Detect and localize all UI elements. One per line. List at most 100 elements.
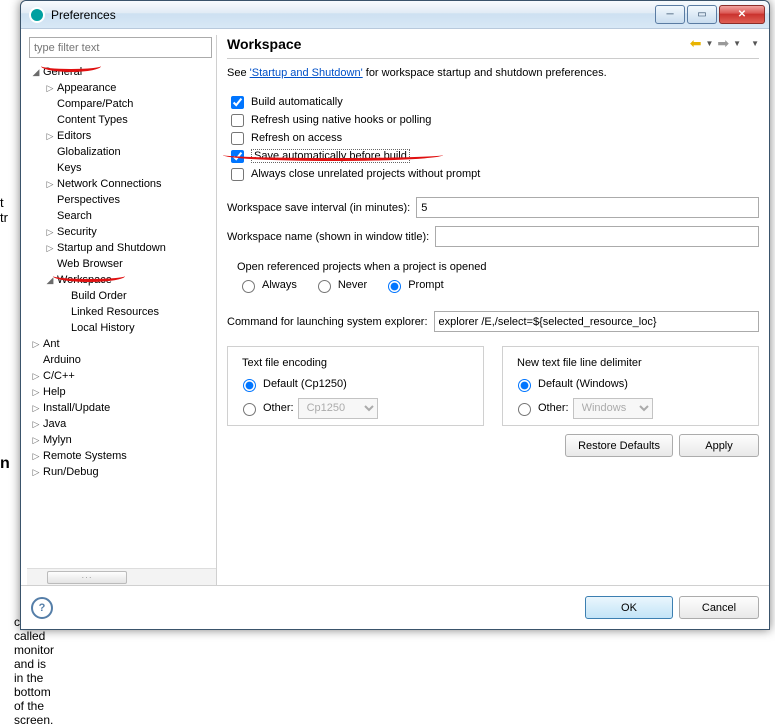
close-unrelated-label: Always close unrelated projects without …	[251, 168, 480, 180]
minimize-button[interactable]: ─	[655, 5, 685, 24]
tree-item-linked-resources[interactable]: Linked Resources	[69, 306, 159, 318]
back-menu-icon[interactable]: ▼	[706, 39, 714, 48]
forward-icon[interactable]: ➡	[717, 35, 729, 52]
dialog-footer: ? OK Cancel	[21, 585, 769, 629]
tree-item-network[interactable]: Network Connections	[55, 178, 162, 190]
collapse-icon[interactable]: ◢	[31, 67, 41, 78]
tree-item-arduino[interactable]: Arduino	[41, 354, 81, 366]
tree-item-build-order[interactable]: Build Order	[69, 290, 127, 302]
tree-item-workspace[interactable]: Workspace	[55, 274, 112, 286]
workspace-name-label: Workspace name (shown in window title):	[227, 231, 429, 243]
openref-never-radio[interactable]	[318, 280, 331, 293]
cancel-button[interactable]: Cancel	[679, 596, 759, 619]
ok-button[interactable]: OK	[585, 596, 673, 619]
save-interval-label: Workspace save interval (in minutes):	[227, 202, 410, 214]
expand-icon[interactable]: ▷	[31, 435, 41, 446]
expand-icon[interactable]: ▷	[31, 419, 41, 430]
open-referenced-label: Open referenced projects when a project …	[237, 261, 759, 273]
page-title: Workspace	[227, 36, 690, 52]
refresh-hooks-checkbox[interactable]	[231, 114, 244, 127]
expand-icon[interactable]: ▷	[45, 227, 55, 238]
maximize-button[interactable]: ▭	[687, 5, 717, 24]
tree-item-remote[interactable]: Remote Systems	[41, 450, 127, 462]
view-menu-icon[interactable]: ▼	[751, 39, 759, 48]
tree-item-java[interactable]: Java	[41, 418, 66, 430]
explorer-command-label: Command for launching system explorer:	[227, 316, 428, 328]
build-automatically-checkbox[interactable]	[231, 96, 244, 109]
help-icon[interactable]: ?	[31, 597, 53, 619]
scrollbar-thumb[interactable]: ···	[47, 571, 127, 584]
encoding-default-label: Default (Cp1250)	[263, 378, 347, 390]
expand-icon[interactable]: ▷	[45, 179, 55, 190]
save-before-build-checkbox[interactable]	[231, 150, 244, 163]
delimiter-group: New text file line delimiter Default (Wi…	[502, 346, 759, 426]
tree-item-security[interactable]: Security	[55, 226, 97, 238]
tree-item-editors[interactable]: Editors	[55, 130, 91, 142]
encoding-title: Text file encoding	[238, 357, 331, 369]
delimiter-title: New text file line delimiter	[513, 357, 646, 369]
expand-icon[interactable]: ▷	[45, 131, 55, 142]
expand-icon[interactable]: ▷	[45, 83, 55, 94]
expand-icon[interactable]: ▷	[31, 467, 41, 478]
tree-item-help[interactable]: Help	[41, 386, 66, 398]
tree-item-keys[interactable]: Keys	[55, 162, 81, 174]
restore-defaults-button[interactable]: Restore Defaults	[565, 434, 673, 457]
delimiter-other-label: Other:	[538, 402, 569, 414]
explorer-command-input[interactable]	[434, 311, 759, 332]
encoding-other-radio[interactable]	[243, 403, 256, 416]
refresh-access-checkbox[interactable]	[231, 132, 244, 145]
encoding-group: Text file encoding Default (Cp1250) Othe…	[227, 346, 484, 426]
expand-icon[interactable]: ▷	[31, 403, 41, 414]
startup-shutdown-link[interactable]: 'Startup and Shutdown'	[250, 67, 363, 79]
tree-item-ant[interactable]: Ant	[41, 338, 60, 350]
horizontal-scrollbar[interactable]: ···	[27, 568, 216, 585]
preferences-tree[interactable]: ◢General ▷Appearance Compare/Patch Conte…	[27, 62, 216, 568]
titlebar[interactable]: Preferences ─ ▭ ✕	[21, 1, 769, 29]
encoding-default-radio[interactable]	[243, 379, 256, 392]
tree-item-compare[interactable]: Compare/Patch	[55, 98, 133, 110]
collapse-icon[interactable]: ◢	[45, 275, 55, 286]
forward-menu-icon[interactable]: ▼	[733, 39, 741, 48]
tree-item-cpp[interactable]: C/C++	[41, 370, 75, 382]
preferences-page: Workspace ⬅ ▼ ➡ ▼ ▼ See 'Startup and Shu…	[217, 29, 769, 585]
window-title: Preferences	[51, 8, 655, 22]
expand-icon[interactable]: ▷	[31, 371, 41, 382]
delimiter-default-radio[interactable]	[518, 379, 531, 392]
delimiter-default-label: Default (Windows)	[538, 378, 628, 390]
tree-item-install[interactable]: Install/Update	[41, 402, 110, 414]
delimiter-other-radio[interactable]	[518, 403, 531, 416]
tree-item-perspectives[interactable]: Perspectives	[55, 194, 120, 206]
page-description: See 'Startup and Shutdown' for workspace…	[227, 67, 759, 79]
tree-item-startup[interactable]: Startup and Shutdown	[55, 242, 166, 254]
close-button[interactable]: ✕	[719, 5, 765, 24]
apply-button[interactable]: Apply	[679, 434, 759, 457]
sidebar: ◢General ▷Appearance Compare/Patch Conte…	[27, 35, 217, 585]
tree-item-mylyn[interactable]: Mylyn	[41, 434, 72, 446]
tree-item-local-history[interactable]: Local History	[69, 322, 135, 334]
delimiter-other-combo[interactable]: Windows	[573, 398, 653, 419]
expand-icon[interactable]: ▷	[31, 339, 41, 350]
tree-item-globalization[interactable]: Globalization	[55, 146, 121, 158]
openref-always-radio[interactable]	[242, 280, 255, 293]
refresh-hooks-label: Refresh using native hooks or polling	[251, 114, 431, 126]
tree-item-search[interactable]: Search	[55, 210, 92, 222]
tree-item-general[interactable]: General	[41, 66, 82, 78]
encoding-other-label: Other:	[263, 402, 294, 414]
save-interval-input[interactable]	[416, 197, 759, 218]
close-unrelated-checkbox[interactable]	[231, 168, 244, 181]
workspace-name-input[interactable]	[435, 226, 759, 247]
tree-item-run[interactable]: Run/Debug	[41, 466, 99, 478]
tree-item-content-types[interactable]: Content Types	[55, 114, 128, 126]
expand-icon[interactable]: ▷	[45, 243, 55, 254]
expand-icon[interactable]: ▷	[31, 451, 41, 462]
tree-item-appearance[interactable]: Appearance	[55, 82, 116, 94]
openref-prompt-radio[interactable]	[388, 280, 401, 293]
filter-input[interactable]	[29, 37, 212, 58]
tree-item-web-browser[interactable]: Web Browser	[55, 258, 123, 270]
back-icon[interactable]: ⬅	[690, 35, 702, 52]
encoding-other-combo[interactable]: Cp1250	[298, 398, 378, 419]
save-before-build-label: Save automatically before build	[251, 149, 410, 163]
build-automatically-label: Build automatically	[251, 96, 343, 108]
expand-icon[interactable]: ▷	[31, 387, 41, 398]
refresh-access-label: Refresh on access	[251, 132, 342, 144]
